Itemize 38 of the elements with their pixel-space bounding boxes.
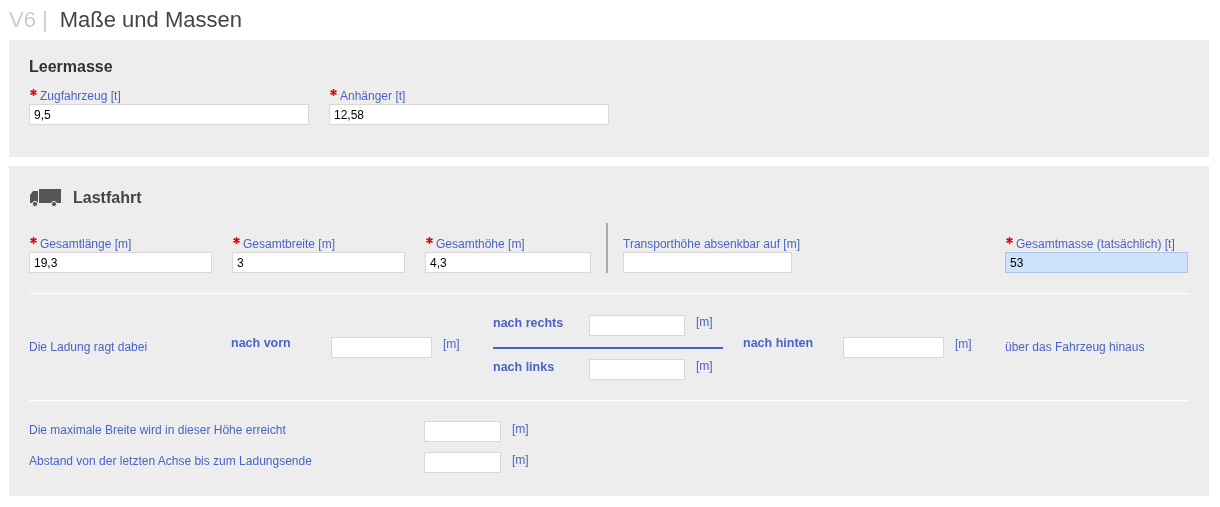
input-field[interactable]: 12,58: [329, 104, 609, 125]
input-field[interactable]: 53: [1005, 252, 1188, 273]
field-label: Gesamtbreite [m]: [243, 236, 336, 251]
field-label: Die maximale Breite wird in dieser Höhe erreicht: [29, 422, 287, 437]
field-label: Gesamtlänge [m]: [40, 236, 132, 251]
input-field[interactable]: [424, 421, 501, 442]
unit-label: [m]: [955, 337, 973, 351]
section-title: Lastfahrt: [73, 189, 142, 207]
page-title: Maße und Massen: [59, 7, 242, 33]
overhang-label: über das Fahrzeug hinaus: [1005, 340, 1145, 354]
input-field[interactable]: [589, 358, 685, 380]
direction-label: nach links: [493, 360, 556, 374]
section-title: Leermasse: [29, 58, 114, 77]
field-label: Transporthöhe absenkbar auf [m]: [623, 236, 800, 251]
unit-label: [m]: [512, 452, 529, 467]
input-field[interactable]: 4,3: [425, 252, 591, 273]
unit-label: [m]: [696, 315, 713, 329]
input-field[interactable]: [331, 336, 432, 358]
field-label: Gesamthöhe [m]: [436, 236, 525, 251]
input-field[interactable]: [623, 252, 792, 273]
field-label: Anhänger [t]: [340, 88, 406, 103]
unit-label: [m]: [512, 421, 529, 436]
input-field[interactable]: [843, 336, 944, 358]
input-field[interactable]: [424, 452, 501, 473]
field-label: Abstand von der letzten Achse bis zum Ladungsende: [29, 453, 313, 468]
direction-label: nach vorn: [231, 336, 292, 350]
direction-label: nach hinten: [743, 336, 815, 350]
field-label: Gesamtmasse (tatsächlich) [t]: [1016, 236, 1175, 251]
unit-label: [m]: [443, 337, 461, 351]
unit-label: [m]: [696, 359, 713, 373]
truck-icon: [29, 189, 61, 207]
overhang-label: Die Ladung ragt dabei: [29, 340, 149, 354]
field-label: Zugfahrzeug [t]: [40, 88, 121, 103]
input-field[interactable]: [589, 314, 685, 336]
input-field[interactable]: 9,5: [29, 104, 309, 125]
input-field[interactable]: 3: [232, 252, 405, 273]
input-field[interactable]: 19,3: [29, 252, 212, 273]
direction-label: nach rechts: [493, 316, 565, 330]
